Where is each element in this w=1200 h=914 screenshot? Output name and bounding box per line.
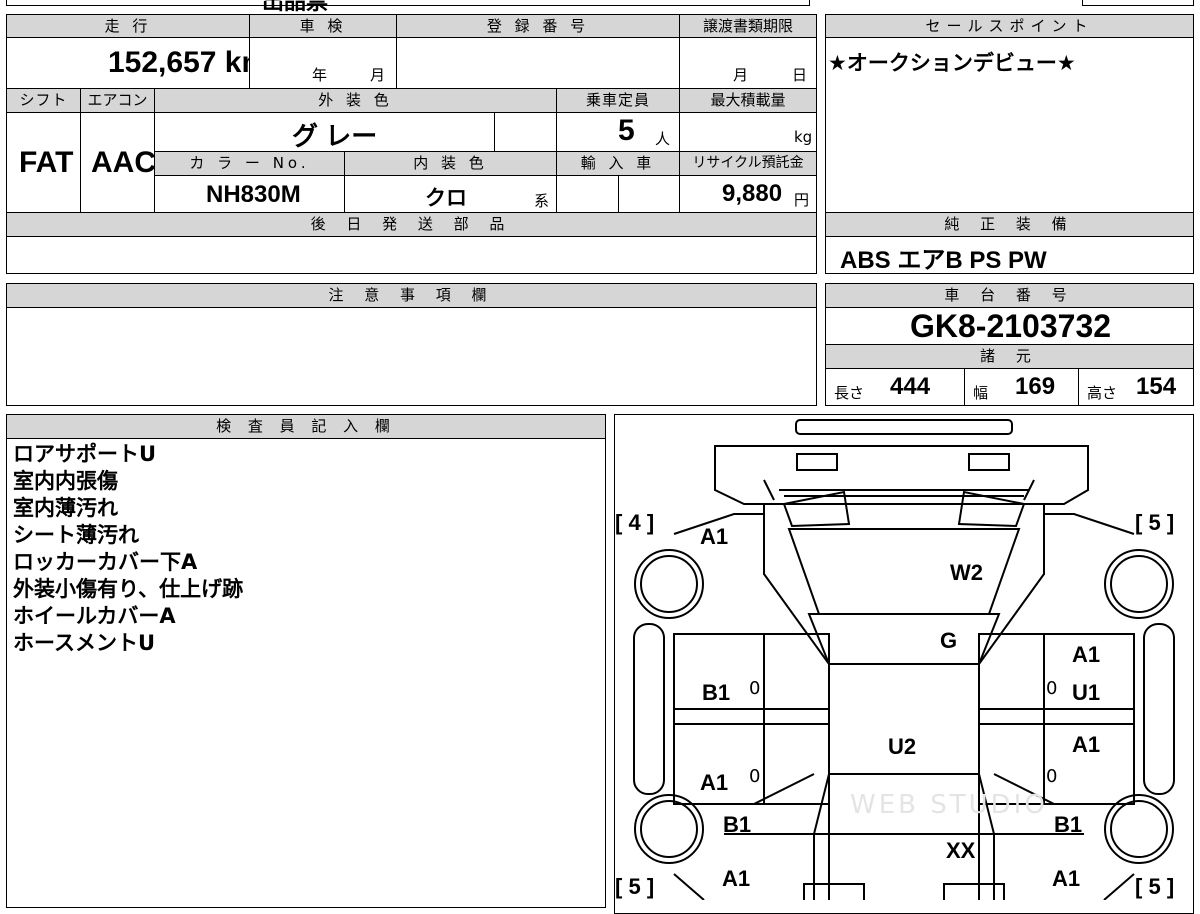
color-no-value: NH830M [206,181,301,208]
mark-right-rear-door: A1 [1072,732,1101,757]
shift-value: FAT [19,146,74,179]
zero-mark: 0 [749,678,761,699]
zero-mark: 0 [1046,766,1058,787]
capacity-unit: 人 [655,130,671,148]
specs-height-value: 154 [1136,373,1177,400]
mark-right-front-door-a: A1 [1072,642,1101,667]
mark-right-rear-fender: B1 [1054,812,1083,837]
color-no-label: カ ラ ー No. [154,151,345,176]
import-cell-b [618,175,680,213]
tire-rear-left: [ 5 ] [615,874,655,899]
sales-point-value: ★オークションデビュー★ [828,51,1076,75]
cautions-label: 注 意 事 項 欄 [6,283,817,308]
specs-length-label: 長さ [834,384,865,402]
import-cell-a [556,175,619,213]
mileage-label: 走 行 [6,14,250,38]
tire-front-right: [ 5 ] [1135,510,1175,535]
car-diagram [633,419,1175,900]
aircon-value: AAC [91,146,156,179]
later-parts-cell [6,236,817,274]
aircon-label: エアコン [80,88,155,113]
chassis-value: GK8-2103732 [910,308,1112,344]
registration-label: 登 録 番 号 [396,14,680,38]
mark-left-front-door: B1 [702,680,731,705]
transfer-deadline-label: 譲渡書類期限 [679,14,817,38]
inspector-note: 外装小傷有り、仕上げ跡 [13,577,244,601]
tire-front-left: [ 4 ] [615,510,655,535]
inspector-note: ホースメントU [13,631,156,655]
specs-label: 諸 元 [825,344,1194,369]
recycle-unit: 円 [794,191,810,209]
mark-roof: U2 [888,734,917,759]
top-strip-right [1082,0,1194,6]
recycle-value: 9,880 [722,180,783,207]
exterior-color-value: グ レー [292,121,378,151]
mark-front-left-fender: A1 [700,524,729,549]
mark-right-front-door-u: U1 [1072,680,1101,705]
sales-point-label: セールスポイント [825,14,1194,38]
max-load-label: 最大積載量 [679,88,817,113]
interior-color-suffix: 系 [534,192,550,210]
max-load-unit: kg [794,128,813,146]
chassis-label: 車 台 番 号 [825,283,1194,308]
mark-left-rear-door: A1 [700,770,729,795]
specs-width-value: 169 [1015,373,1056,400]
mark-windshield: W2 [950,560,983,585]
inspector-note: 室内薄汚れ [13,496,118,520]
capacity-value: 5 [618,114,635,147]
equipment-label: 純 正 装 備 [825,212,1194,237]
mark-right-rear-bumper: A1 [1052,866,1081,891]
inspector-note: ホイールカバーA [13,604,176,628]
zero-mark: 0 [1046,678,1058,699]
inspector-note: シート薄汚れ [13,523,139,547]
specs-length-value: 444 [890,373,931,400]
transfer-month-unit: 月 [733,66,749,84]
later-parts-label: 後 日 発 送 部 品 [6,212,817,237]
mileage-value: 152,657 km [108,46,269,79]
inspector-label: 検 査 員 記 入 欄 [6,414,606,439]
inspection-month-unit: 月 [370,66,386,84]
inspection-label: 車 検 [249,14,397,38]
interior-color-label: 内 装 色 [344,151,557,176]
tire-rear-right: [ 5 ] [1135,874,1175,899]
mark-roof-front: G [940,628,958,653]
mark-left-rear-fender: B1 [723,812,752,837]
mark-left-rear-bumper: A1 [722,866,751,891]
top-strip [6,0,810,6]
cautions-cell [6,307,817,406]
exterior-color-label: 外 装 色 [154,88,557,113]
exterior-color-extra-cell [494,112,557,152]
specs-height-label: 高さ [1087,384,1118,402]
inspector-notes: ロアサポートU 室内内張傷 室内薄汚れ シート薄汚れ ロッカーカバー下A 外装小… [6,438,606,908]
inspection-year-unit: 年 [312,66,328,84]
registration-cell [396,37,680,89]
specs-width-label: 幅 [973,384,989,402]
import-label: 輸 入 車 [556,151,680,176]
mark-tailgate: XX [946,838,976,863]
interior-color-value: クロ [425,187,467,210]
capacity-label: 乗車定員 [556,88,680,113]
transfer-day-unit: 日 [792,66,808,84]
inspector-note: 室内内張傷 [13,469,118,493]
watermark: WEB STUDIO [850,790,1048,820]
zero-mark: 0 [749,766,761,787]
inspector-note: ロッカーカバー下A [13,550,198,574]
shift-label: シフト [6,88,81,113]
equipment-value: ABS エアB PS PW [840,247,1047,274]
recycle-label: リサイクル預託金 [679,151,817,176]
inspector-note: ロアサポートU [13,442,157,466]
